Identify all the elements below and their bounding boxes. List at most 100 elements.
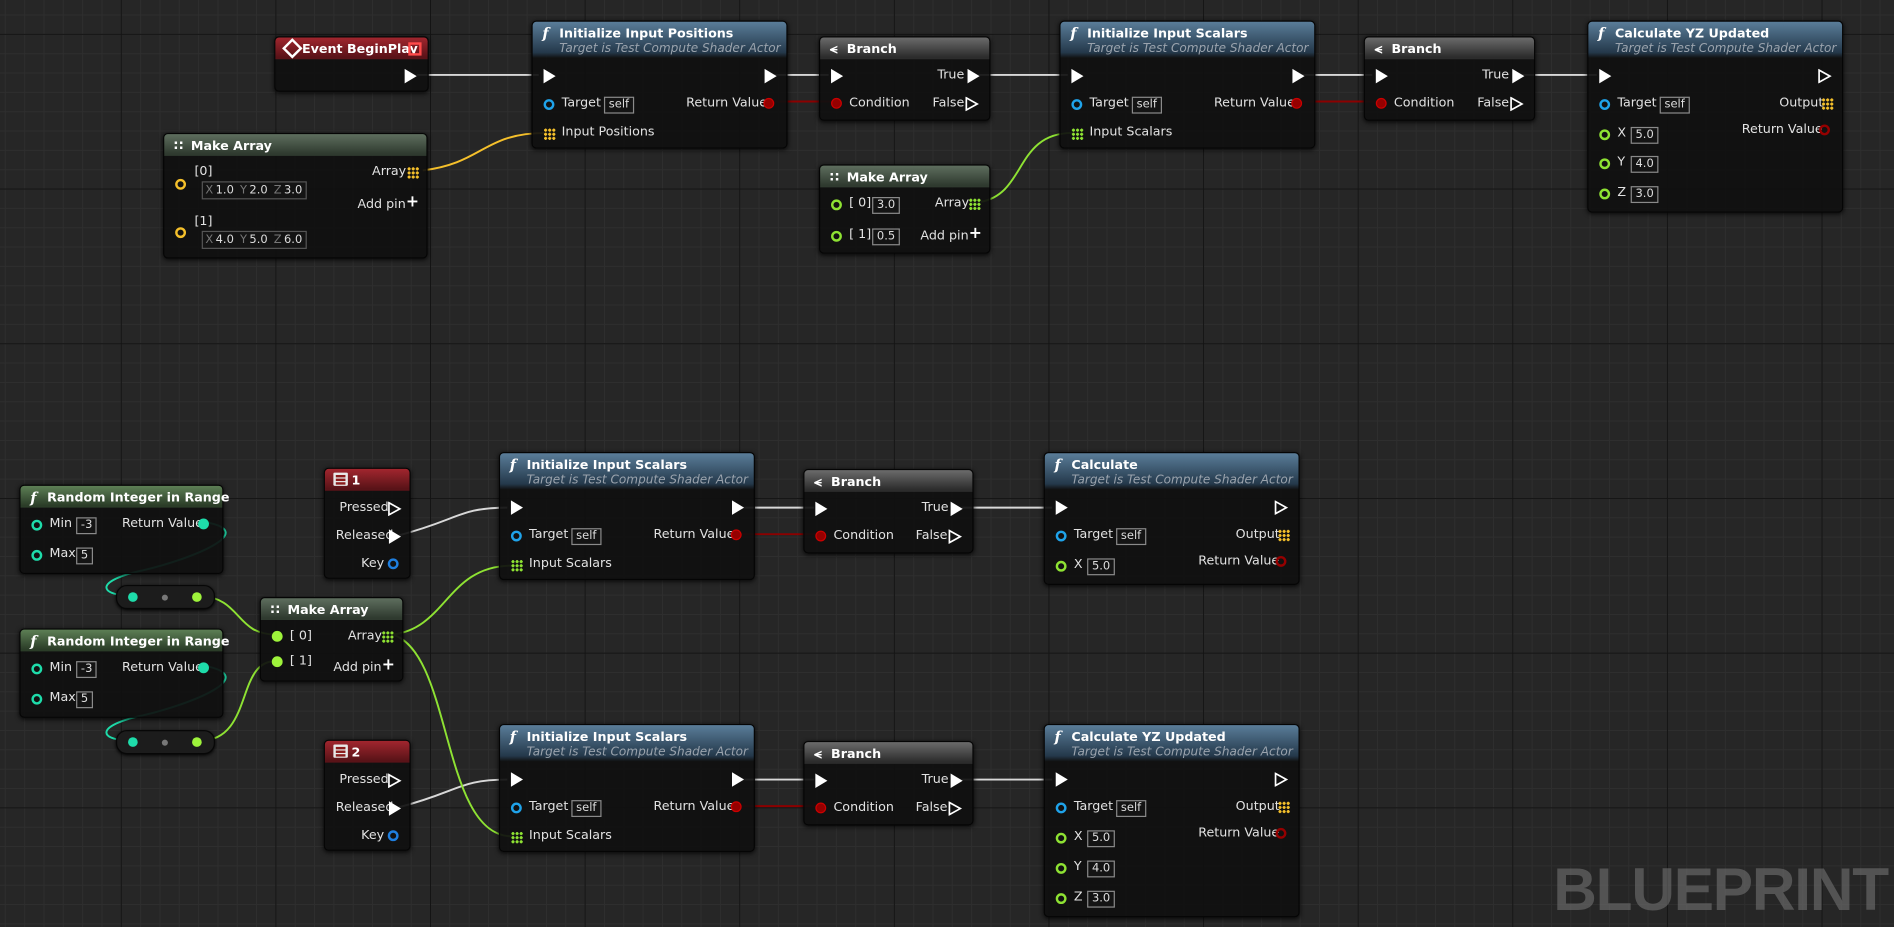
target-pin[interactable] (1055, 802, 1067, 814)
key-pin[interactable] (387, 558, 399, 570)
event-begin-play-node[interactable]: Event BeginPlay (274, 36, 429, 92)
return-value-pin[interactable] (730, 801, 742, 813)
initialize-input-scalars-node-middle[interactable]: f Initialize Input Scalars Target is Test … (498, 452, 755, 581)
output-pin[interactable] (192, 737, 202, 747)
make-array-float-node[interactable]: ∷ Make Array [ 0] 3.0 Array [ 1] 0.5 Add … (818, 164, 991, 254)
calculate-node[interactable]: f Calculate Target is Test Compute Shader … (1043, 452, 1300, 585)
exec-in-pin[interactable] (543, 68, 556, 84)
calculate-yz-updated-node-bottom[interactable]: f Calculate YZ Updated Target is Test Comp… (1043, 723, 1300, 918)
exec-out-outline-icon[interactable] (1818, 68, 1832, 84)
self-value[interactable]: self (571, 800, 602, 818)
self-value[interactable]: self (603, 96, 634, 114)
exec-out-pin[interactable] (404, 68, 417, 84)
x-pin[interactable] (1055, 560, 1067, 572)
x-value[interactable]: 5.0 (1087, 830, 1116, 848)
input-pin[interactable] (128, 592, 138, 602)
key-pin[interactable] (387, 830, 399, 842)
pressed-exec-pin[interactable] (388, 501, 402, 517)
exec-in-pin[interactable] (815, 773, 828, 789)
x-value[interactable]: 5.0 (1630, 126, 1659, 144)
element-1-vector[interactable]: X 4.0 Y 5.0 Z 6.0 (201, 230, 308, 249)
condition-pin[interactable] (1375, 97, 1387, 109)
self-value[interactable]: self (1131, 96, 1162, 114)
element-1-value[interactable]: 0.5 (872, 228, 901, 246)
random-integer-in-range-node[interactable]: f Random Integer in Range Min -3 Return V… (19, 628, 229, 718)
return-value-pin[interactable] (1275, 827, 1287, 839)
max-pin[interactable] (31, 549, 43, 561)
array-out-pin-icon[interactable] (381, 630, 394, 643)
target-pin[interactable] (510, 530, 522, 542)
exec-in-pin[interactable] (510, 772, 524, 787)
element-1-pin[interactable] (831, 230, 842, 242)
exec-out-outline-icon[interactable] (1274, 500, 1289, 515)
add-pin-icon[interactable]: + (969, 225, 982, 243)
array-pin-icon[interactable] (510, 831, 524, 844)
return-value-pin[interactable] (1275, 555, 1287, 567)
target-pin[interactable] (543, 99, 555, 110)
int-to-float-conversion-node[interactable] (115, 584, 216, 610)
self-value[interactable]: self (571, 528, 602, 546)
min-value[interactable]: -3 (76, 661, 98, 679)
make-array-float-node[interactable]: ∷ Make Array [ 0] Array [ 1] Add pin + (259, 597, 404, 682)
self-value[interactable]: self (1659, 96, 1690, 114)
released-exec-pin[interactable] (388, 529, 402, 544)
target-pin[interactable] (1055, 530, 1067, 542)
y-pin[interactable] (1055, 862, 1067, 874)
add-pin-icon[interactable]: + (406, 193, 419, 211)
key-1-input-event-node[interactable]: 1 Pressed Released Key (323, 467, 411, 579)
branch-node[interactable]: ⪪ Branch True Condition False (803, 468, 974, 554)
x-pin[interactable] (1599, 129, 1611, 141)
target-pin[interactable] (510, 802, 522, 814)
max-pin[interactable] (31, 693, 43, 705)
array-pin-icon[interactable] (543, 128, 556, 141)
condition-pin[interactable] (815, 802, 827, 814)
exec-in-pin[interactable] (1055, 500, 1068, 515)
exec-out-pin[interactable] (1292, 68, 1305, 84)
output-array-pin-icon[interactable] (1277, 801, 1291, 814)
true-exec-pin[interactable] (967, 68, 980, 84)
false-exec-outline-icon[interactable] (948, 529, 963, 544)
initialize-input-positions-node[interactable]: f Initialize Input Positions Target is Tes… (531, 20, 788, 149)
exec-in-pin[interactable] (1055, 772, 1068, 787)
max-value[interactable]: 5 (76, 547, 94, 565)
exec-in-pin[interactable] (831, 68, 844, 84)
exec-out-pin[interactable] (764, 68, 777, 84)
target-pin[interactable] (1599, 99, 1611, 110)
return-value-pin[interactable] (763, 97, 775, 109)
false-exec-outline-icon[interactable] (1510, 96, 1524, 112)
array-out-pin-icon[interactable] (968, 198, 981, 211)
branch-node[interactable]: ⪪ Branch True Condition False (1363, 36, 1536, 121)
element-0-vector[interactable]: X 1.0 Y 2.0 Z 3.0 (201, 181, 308, 200)
self-value[interactable]: self (1116, 528, 1147, 546)
exec-in-pin[interactable] (1071, 68, 1084, 84)
pressed-exec-pin[interactable] (388, 773, 402, 789)
output-pin[interactable] (192, 592, 202, 602)
element-1-pin[interactable] (175, 227, 187, 239)
exec-in-pin[interactable] (1375, 68, 1388, 84)
min-pin[interactable] (31, 663, 43, 675)
return-value-pin[interactable] (1819, 124, 1830, 136)
return-value-pin[interactable] (198, 518, 209, 530)
int-to-float-conversion-node[interactable] (115, 729, 216, 755)
element-0-pin[interactable] (831, 199, 842, 211)
exec-in-pin[interactable] (815, 501, 828, 517)
array-pin-icon[interactable] (1071, 128, 1084, 141)
target-pin[interactable] (1071, 99, 1083, 110)
true-exec-pin[interactable] (1512, 68, 1525, 84)
return-value-pin[interactable] (730, 529, 742, 541)
min-value[interactable]: -3 (76, 517, 98, 535)
y-value[interactable]: 4.0 (1087, 860, 1116, 878)
true-exec-pin[interactable] (950, 773, 963, 789)
make-array-vector-node[interactable]: ∷ Make Array [0] X 1.0 Y 2.0 Z 3.0 Array Add… (163, 132, 428, 259)
element-1-pin[interactable] (271, 656, 283, 668)
array-pin-icon[interactable] (510, 559, 524, 572)
exec-out-outline-icon[interactable] (1274, 772, 1289, 787)
element-0-pin[interactable] (175, 178, 187, 190)
delegate-square-icon[interactable] (408, 42, 422, 56)
initialize-input-scalars-node-top[interactable]: f Initialize Input Scalars Target is Test … (1059, 20, 1316, 149)
false-exec-outline-icon[interactable] (948, 801, 963, 816)
return-value-pin[interactable] (1291, 97, 1303, 109)
true-exec-pin[interactable] (950, 501, 963, 517)
self-value[interactable]: self (1116, 800, 1147, 818)
exec-in-pin[interactable] (1599, 68, 1612, 84)
